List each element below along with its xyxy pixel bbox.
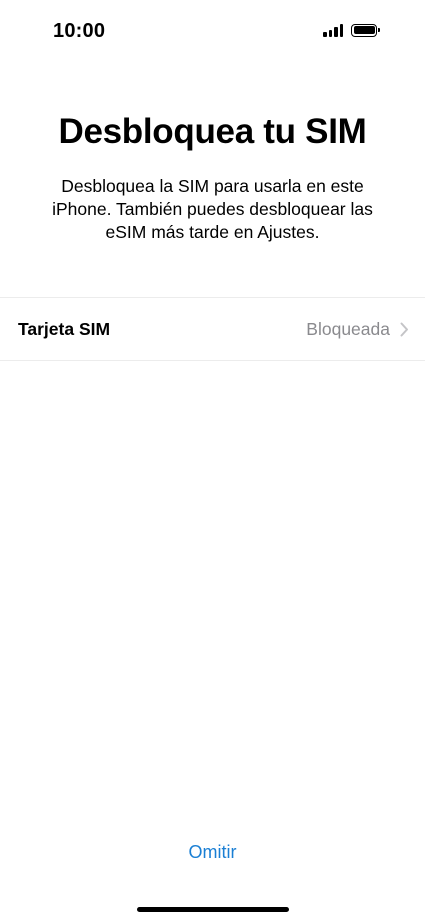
status-bar: 10:00 xyxy=(0,0,425,64)
cellular-signal-icon xyxy=(323,23,343,37)
home-indicator[interactable] xyxy=(137,907,289,912)
sim-card-status: Bloqueada xyxy=(306,319,409,340)
skip-button[interactable]: Omitir xyxy=(0,842,425,863)
status-time: 10:00 xyxy=(53,20,106,42)
sim-card-value: Bloqueada xyxy=(306,318,390,339)
page-title: Desbloquea tu SIM xyxy=(58,112,367,151)
page-subtitle: Desbloquea la SIM para usarla en este iP… xyxy=(52,176,373,242)
sim-card-label: Tarjeta SIM xyxy=(18,318,111,339)
chevron-right-icon xyxy=(400,322,408,336)
sim-card-row[interactable]: Tarjeta SIM Bloqueada xyxy=(0,297,425,361)
status-icons xyxy=(323,23,380,37)
battery-full-icon xyxy=(351,23,380,37)
